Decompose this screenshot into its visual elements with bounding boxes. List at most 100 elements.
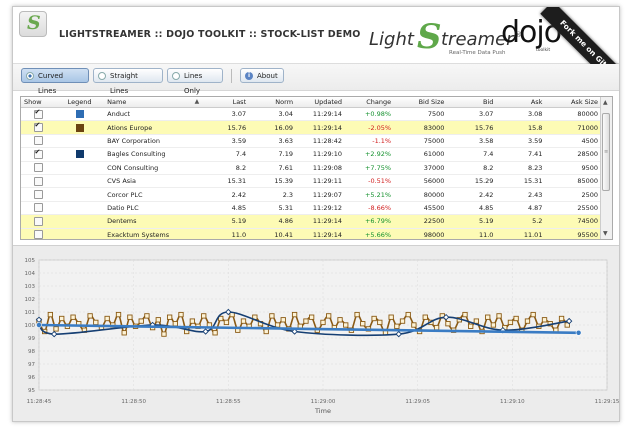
data-point-square[interactable]: [445, 321, 451, 327]
data-point-square[interactable]: [496, 313, 502, 319]
line-chart[interactable]: 95 96 97 98 99 100 101 102 103 104 105 11:28:45 11:2…: [13, 246, 620, 422]
data-point-square[interactable]: [507, 319, 514, 326]
col-header-legend[interactable]: Legend: [55, 97, 105, 108]
show-checkbox[interactable]: [33, 176, 43, 186]
data-point-square[interactable]: [490, 322, 497, 328]
data-point-square[interactable]: [377, 319, 383, 326]
data-point-square[interactable]: [399, 318, 406, 324]
data-point-circle[interactable]: [575, 329, 582, 336]
data-point-square[interactable]: [541, 317, 548, 323]
data-point-square[interactable]: [223, 319, 230, 326]
show-checkbox[interactable]: [33, 121, 43, 133]
table-row[interactable]: BAY Corporation 3.59 3.63 11:28:42 -1.1% 7500…: [21, 134, 601, 149]
data-point-square[interactable]: [326, 313, 332, 319]
data-point-square[interactable]: [354, 311, 360, 318]
data-point-square[interactable]: [104, 315, 110, 322]
data-point-square[interactable]: [473, 318, 480, 324]
data-point-square[interactable]: [138, 318, 144, 324]
data-point-square[interactable]: [189, 318, 196, 324]
data-point-square[interactable]: [212, 330, 218, 336]
data-point-square[interactable]: [303, 318, 309, 324]
data-point-square[interactable]: [172, 321, 178, 327]
data-point-square[interactable]: [394, 323, 400, 329]
data-point-square[interactable]: [343, 322, 349, 328]
data-point-square[interactable]: [337, 317, 343, 323]
data-point-circle[interactable]: [36, 322, 42, 328]
data-point-square[interactable]: [291, 311, 298, 318]
data-point-square[interactable]: [53, 326, 59, 332]
show-checkbox[interactable]: [33, 136, 43, 146]
show-checkbox[interactable]: [33, 230, 43, 239]
data-point-square[interactable]: [115, 311, 122, 318]
table-row[interactable]: CON Consulting 8.2 7.61 11:29:08 +7.75% 37000…: [21, 161, 601, 175]
show-checkbox[interactable]: [33, 148, 43, 159]
show-checkbox[interactable]: [33, 216, 43, 226]
table-row[interactable]: CVS Asia 15.31 15.39 11:29:11 -0.51% 56000 15.…: [21, 174, 601, 189]
col-header-ask[interactable]: Ask: [496, 97, 546, 108]
data-point-square[interactable]: [485, 314, 491, 320]
data-point-square[interactable]: [161, 331, 167, 337]
data-point-square[interactable]: [240, 318, 247, 324]
data-point-square[interactable]: [558, 315, 565, 322]
data-point-square[interactable]: [513, 315, 519, 322]
data-point-square[interactable]: [468, 323, 474, 329]
col-header-bid[interactable]: Bid: [447, 97, 497, 108]
show-checkbox[interactable]: [33, 203, 43, 213]
table-row[interactable]: Anduct3.073.0411:29:14+0.98%75003.073.08…: [21, 107, 601, 122]
data-point-square[interactable]: [59, 315, 65, 322]
data-point-square[interactable]: [280, 317, 286, 323]
scroll-down-arrow-icon[interactable]: ▼: [603, 230, 608, 237]
data-point-square[interactable]: [360, 321, 366, 327]
data-point-square[interactable]: [269, 313, 275, 319]
data-point-square[interactable]: [144, 313, 150, 319]
col-header-change[interactable]: Change: [345, 97, 395, 108]
data-point-square[interactable]: [308, 314, 315, 320]
show-checkbox[interactable]: [33, 108, 43, 119]
data-point-square[interactable]: [530, 311, 536, 318]
data-point-square[interactable]: [320, 319, 326, 326]
data-point-square[interactable]: [263, 328, 269, 335]
table-row[interactable]: Ations Europe15.7616.0911:29:14-2.05%830…: [21, 120, 601, 135]
show-checkbox[interactable]: [33, 190, 43, 200]
data-point-square[interactable]: [462, 311, 468, 318]
col-header-ask-size[interactable]: Ask Size: [545, 97, 601, 108]
table-row[interactable]: Bagles Consulting7.47.1911:29:10+2.92%61…: [21, 147, 601, 162]
data-point-square[interactable]: [433, 324, 440, 331]
lines-only-button[interactable]: Lines Only: [167, 68, 223, 95]
data-point-square[interactable]: [166, 314, 173, 320]
col-header-updated[interactable]: Updated: [296, 97, 346, 108]
scroll-up-arrow-icon[interactable]: ▲: [603, 99, 608, 106]
data-point-square[interactable]: [178, 311, 184, 318]
data-point-square[interactable]: [201, 313, 207, 319]
data-point-square[interactable]: [422, 314, 428, 320]
col-header-show[interactable]: Show: [21, 97, 56, 108]
data-point-square[interactable]: [127, 314, 133, 320]
data-point-square[interactable]: [93, 319, 99, 326]
table-row[interactable]: Dentems 5.19 4.86 11:29:14 +6.79% 22500 5.19 5.…: [21, 214, 601, 229]
straight-lines-button[interactable]: Straight Lines: [93, 68, 163, 95]
col-header-last[interactable]: Last: [202, 97, 250, 108]
data-point-square[interactable]: [405, 311, 411, 318]
col-header-name[interactable]: Name ▲: [104, 97, 203, 108]
app-logo[interactable]: S: [19, 11, 47, 37]
data-point-square[interactable]: [87, 313, 93, 319]
data-point-square[interactable]: [47, 311, 54, 318]
data-point-square[interactable]: [524, 318, 531, 324]
data-point-square[interactable]: [388, 314, 394, 320]
stock-grid[interactable]: Show Legend Name ▲ Last Norm Updated Chan…: [20, 96, 613, 240]
col-header-norm[interactable]: Norm: [249, 97, 297, 108]
grid-scrollbar[interactable]: ▲ ≡ ▼: [600, 97, 612, 239]
table-row[interactable]: Datio PLC 4.85 5.31 11:29:12 -8.66% 45500 4.85…: [21, 201, 601, 216]
data-point-square[interactable]: [70, 314, 76, 320]
show-checkbox[interactable]: [33, 163, 43, 173]
curved-lines-button[interactable]: Curved Lines: [21, 68, 89, 95]
data-point-square[interactable]: [411, 322, 417, 328]
table-row[interactable]: Exacktum Systems 11.0 10.41 11:29:14 +5.66% 9…: [21, 228, 601, 239]
data-point-square[interactable]: [371, 315, 377, 322]
about-button[interactable]: i About: [240, 68, 284, 83]
data-point-square[interactable]: [155, 317, 161, 323]
table-row[interactable]: Corcor PLC 2.42 2.3 11:29:07 +5.21% 80000 2.42…: [21, 187, 601, 202]
col-header-bid-size[interactable]: Bid Size: [394, 97, 448, 108]
data-point-square[interactable]: [121, 330, 127, 336]
chart-panel[interactable]: 95 96 97 98 99 100 101 102 103 104 105 11:28:45 11:2…: [13, 245, 620, 422]
